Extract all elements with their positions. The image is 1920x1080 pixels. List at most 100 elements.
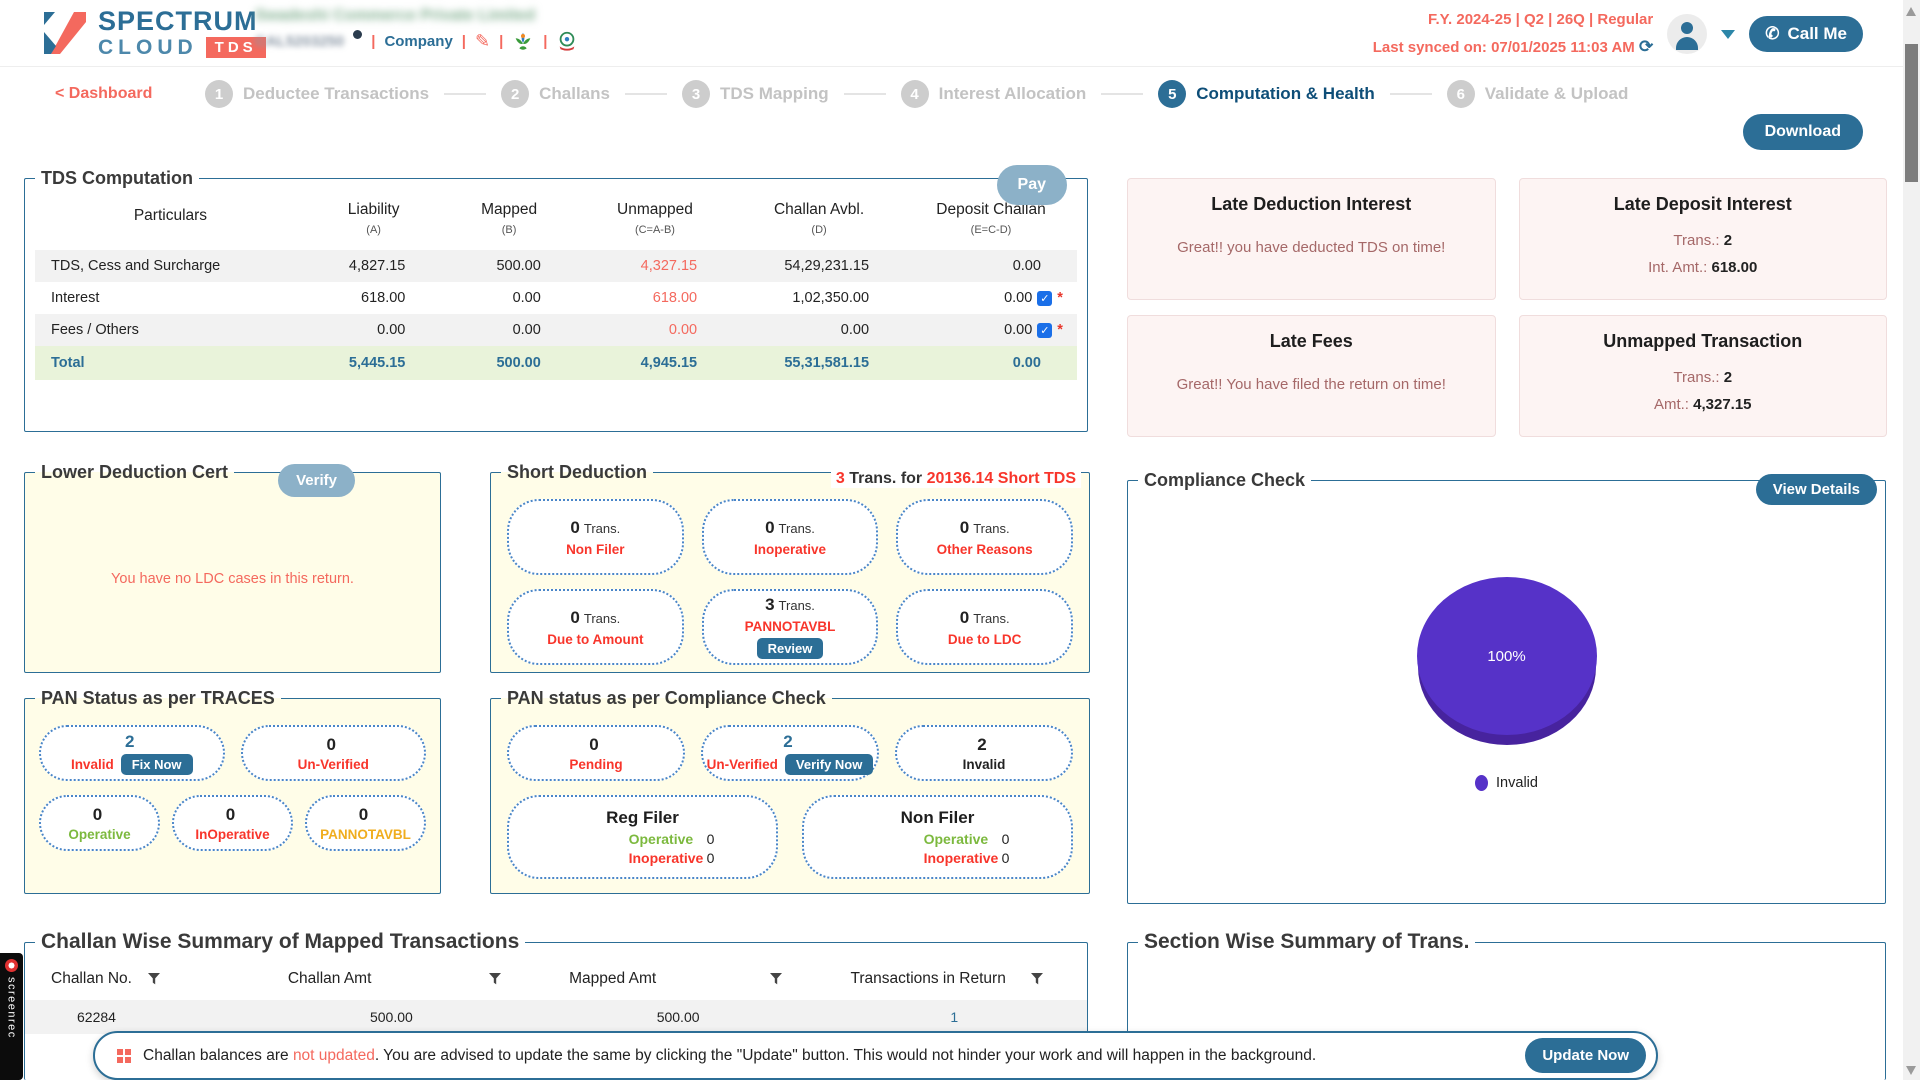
compliance-pie-chart: 100%: [1417, 577, 1597, 735]
short-pill-other-reasons: 0Trans. Other Reasons: [896, 499, 1073, 575]
company-block: Swadeshi Commerce Private Limited CAL520…: [255, 7, 578, 52]
compliance-pill-unverified: 2 Un-Verified Verify Now: [701, 725, 879, 781]
pan-status-traces-panel: PAN Status as per TRACES 2 Invalid Fix N…: [24, 688, 441, 894]
chevron-down-icon[interactable]: [1721, 30, 1735, 39]
update-now-button[interactable]: Update Now: [1525, 1038, 1646, 1073]
tds-computation-title: TDS Computation: [35, 168, 199, 189]
scroll-down-arrow-icon[interactable]: [1906, 1066, 1916, 1075]
step-2-challans[interactable]: 2 Challans: [501, 80, 610, 108]
phone-icon: ✆: [1765, 24, 1779, 44]
screenrec-label: screenrec: [6, 977, 18, 1039]
app-header: SPECTRUM CLOUD TDS Swadeshi Commerce Pri…: [0, 0, 1903, 66]
transactions-in-return-link[interactable]: 1: [821, 1009, 1087, 1025]
late-deduction-interest-card: Late Deduction Interest Great!! you have…: [1127, 178, 1496, 300]
filter-funnel-icon[interactable]: [148, 973, 160, 985]
non-filer-box: Non Filer Operative0 Inoperative0: [802, 795, 1073, 879]
return-context: F.Y. 2024-25 | Q2 | 26Q | Regular Last s…: [1373, 7, 1654, 61]
edit-pencil-icon[interactable]: ✎: [475, 31, 490, 52]
app-logo: SPECTRUM CLOUD TDS: [38, 8, 266, 58]
logo-icon: [38, 8, 88, 58]
short-pill-non-filer: 0Trans. Non Filer: [507, 499, 684, 575]
step-5-computation-health[interactable]: 5 Computation & Health: [1158, 80, 1375, 108]
compliance-check-title: Compliance Check: [1138, 470, 1311, 491]
pan-traces-title: PAN Status as per TRACES: [35, 688, 281, 709]
traces-pill-pannotavbl: 0 PANNOTAVBL: [305, 795, 426, 851]
back-to-dashboard-link[interactable]: < Dashboard: [55, 85, 152, 103]
fy-quarter-form-line: F.Y. 2024-25 | Q2 | 26Q | Regular: [1373, 7, 1654, 33]
late-fees-card: Late Fees Great!! You have filed the ret…: [1127, 315, 1496, 437]
tds-computation-panel: TDS Computation Pay Particulars Liabilit…: [24, 168, 1088, 432]
scrollbar-thumb[interactable]: [1905, 44, 1918, 182]
table-row: Interest 618.00 0.00 618.00 1,02,350.00 …: [35, 282, 1077, 314]
table-row: TDS, Cess and Surcharge 4,827.15 500.00 …: [35, 250, 1077, 282]
short-pill-pannotavbl: 3Trans. PANNOTAVBL Review: [702, 589, 879, 665]
short-pill-inoperative: 0Trans. Inoperative: [702, 499, 879, 575]
step-4-interest-allocation[interactable]: 4 Interest Allocation: [901, 80, 1087, 108]
wizard-steps: < Dashboard 1 Deductee Transactions 2 Ch…: [0, 73, 1903, 115]
user-avatar[interactable]: [1667, 14, 1707, 54]
step-1-deductee-transactions[interactable]: 1 Deductee Transactions: [205, 80, 429, 108]
traces-pill-inoperative: 0 InOperative: [172, 795, 293, 851]
company-name: Swadeshi Commerce Private Limited: [255, 7, 578, 25]
company-menu-link[interactable]: Company: [384, 33, 452, 50]
filter-funnel-icon[interactable]: [770, 973, 782, 985]
short-pill-due-to-ldc: 0Trans. Due to LDC: [896, 589, 1073, 665]
grid-dots-icon: [117, 1049, 131, 1063]
pan-status-compliance-panel: PAN status as per Compliance Check 0 Pen…: [490, 688, 1090, 894]
traces-pill-unverified: 0 Un-Verified: [241, 725, 427, 781]
table-row: Fees / Others 0.00 0.00 0.00 0.00 0.00 *: [35, 314, 1077, 346]
fix-now-button[interactable]: Fix Now: [121, 754, 193, 775]
record-icon: [5, 959, 18, 972]
tds-computation-table: Particulars Liability(A) Mapped(B) Unmap…: [25, 189, 1087, 380]
late-deposit-interest-card: Late Deposit Interest Trans.: 2 Int. Amt…: [1519, 178, 1888, 300]
step-3-tds-mapping[interactable]: 3 TDS Mapping: [682, 80, 829, 108]
step-6-validate-upload[interactable]: 6 Validate & Upload: [1447, 80, 1629, 108]
pan-compliance-title: PAN status as per Compliance Check: [501, 688, 832, 709]
pie-center-label: 100%: [1487, 648, 1525, 665]
compliance-pill-invalid: 2 Invalid: [895, 725, 1073, 781]
verify-ldc-button[interactable]: Verify: [278, 464, 355, 497]
lower-deduction-cert-panel: Lower Deduction Cert Verify You have no …: [24, 462, 441, 673]
legend-invalid-label: Invalid: [1496, 775, 1538, 791]
page-scrollbar[interactable]: [1903, 0, 1920, 1080]
legend-invalid-dot: [1475, 775, 1488, 791]
traces-pill-operative: 0 Operative: [39, 795, 160, 851]
section-summary-title: Section Wise Summary of Trans.: [1138, 930, 1475, 954]
pie-legend: Invalid: [1128, 775, 1885, 791]
short-deduction-banner: 3 Trans. for 20136.14 Short TDS: [831, 470, 1081, 488]
short-deduction-panel: Short Deduction 3 Trans. for 20136.14 Sh…: [490, 462, 1090, 673]
challan-table-row: 62284 500.00 500.00 1: [25, 1000, 1087, 1034]
filter-funnel-icon[interactable]: [489, 973, 501, 985]
verify-now-button[interactable]: Verify Now: [785, 754, 873, 775]
scroll-up-arrow-icon[interactable]: [1906, 7, 1916, 16]
user-icon: [1681, 22, 1693, 34]
interest-deposit-checkbox[interactable]: [1037, 291, 1052, 306]
challan-balance-notification: Challan balances are not updated. You ar…: [93, 1031, 1658, 1080]
efiling-lotus-icon[interactable]: [512, 30, 534, 52]
compliance-pill-pending: 0 Pending: [507, 725, 685, 781]
last-synced-text: Last synced on: 07/01/2025 11:03 AM: [1373, 39, 1635, 56]
call-me-button[interactable]: ✆ Call Me: [1749, 16, 1863, 52]
notification-text: Challan balances are not updated. You ar…: [143, 1047, 1513, 1065]
lower-deduction-title: Lower Deduction Cert: [35, 462, 234, 483]
pay-button[interactable]: Pay: [997, 165, 1067, 205]
refresh-sync-icon[interactable]: ⟳: [1639, 37, 1653, 56]
compliance-check-panel: Compliance Check View Details 100% Inval…: [1127, 470, 1886, 904]
fees-deposit-checkbox[interactable]: [1037, 323, 1052, 338]
filter-funnel-icon[interactable]: [1031, 973, 1043, 985]
table-total-row: Total 5,445.15 500.00 4,945.15 55,31,581…: [35, 346, 1077, 380]
view-details-button[interactable]: View Details: [1756, 474, 1877, 505]
ldc-empty-message: You have no LDC cases in this return.: [25, 571, 440, 587]
logo-text-spectrum: SPECTRUM: [98, 8, 266, 35]
challan-table-header: Challan No. Challan Amt Mapped Amt Trans…: [25, 954, 1087, 1000]
tan-dot-badge: [353, 30, 362, 39]
short-pill-due-to-amount: 0Trans. Due to Amount: [507, 589, 684, 665]
reg-filer-box: Reg Filer Operative0 Inoperative0: [507, 795, 778, 879]
review-button[interactable]: Review: [757, 638, 824, 659]
challan-summary-title: Challan Wise Summary of Mapped Transacti…: [35, 930, 525, 954]
govt-emblem-icon[interactable]: [556, 30, 578, 52]
download-button[interactable]: Download: [1743, 114, 1863, 150]
traces-pill-invalid: 2 Invalid Fix Now: [39, 725, 225, 781]
screenrec-overlay[interactable]: screenrec: [0, 953, 23, 1080]
logo-text-cloud: CLOUD: [98, 37, 198, 58]
